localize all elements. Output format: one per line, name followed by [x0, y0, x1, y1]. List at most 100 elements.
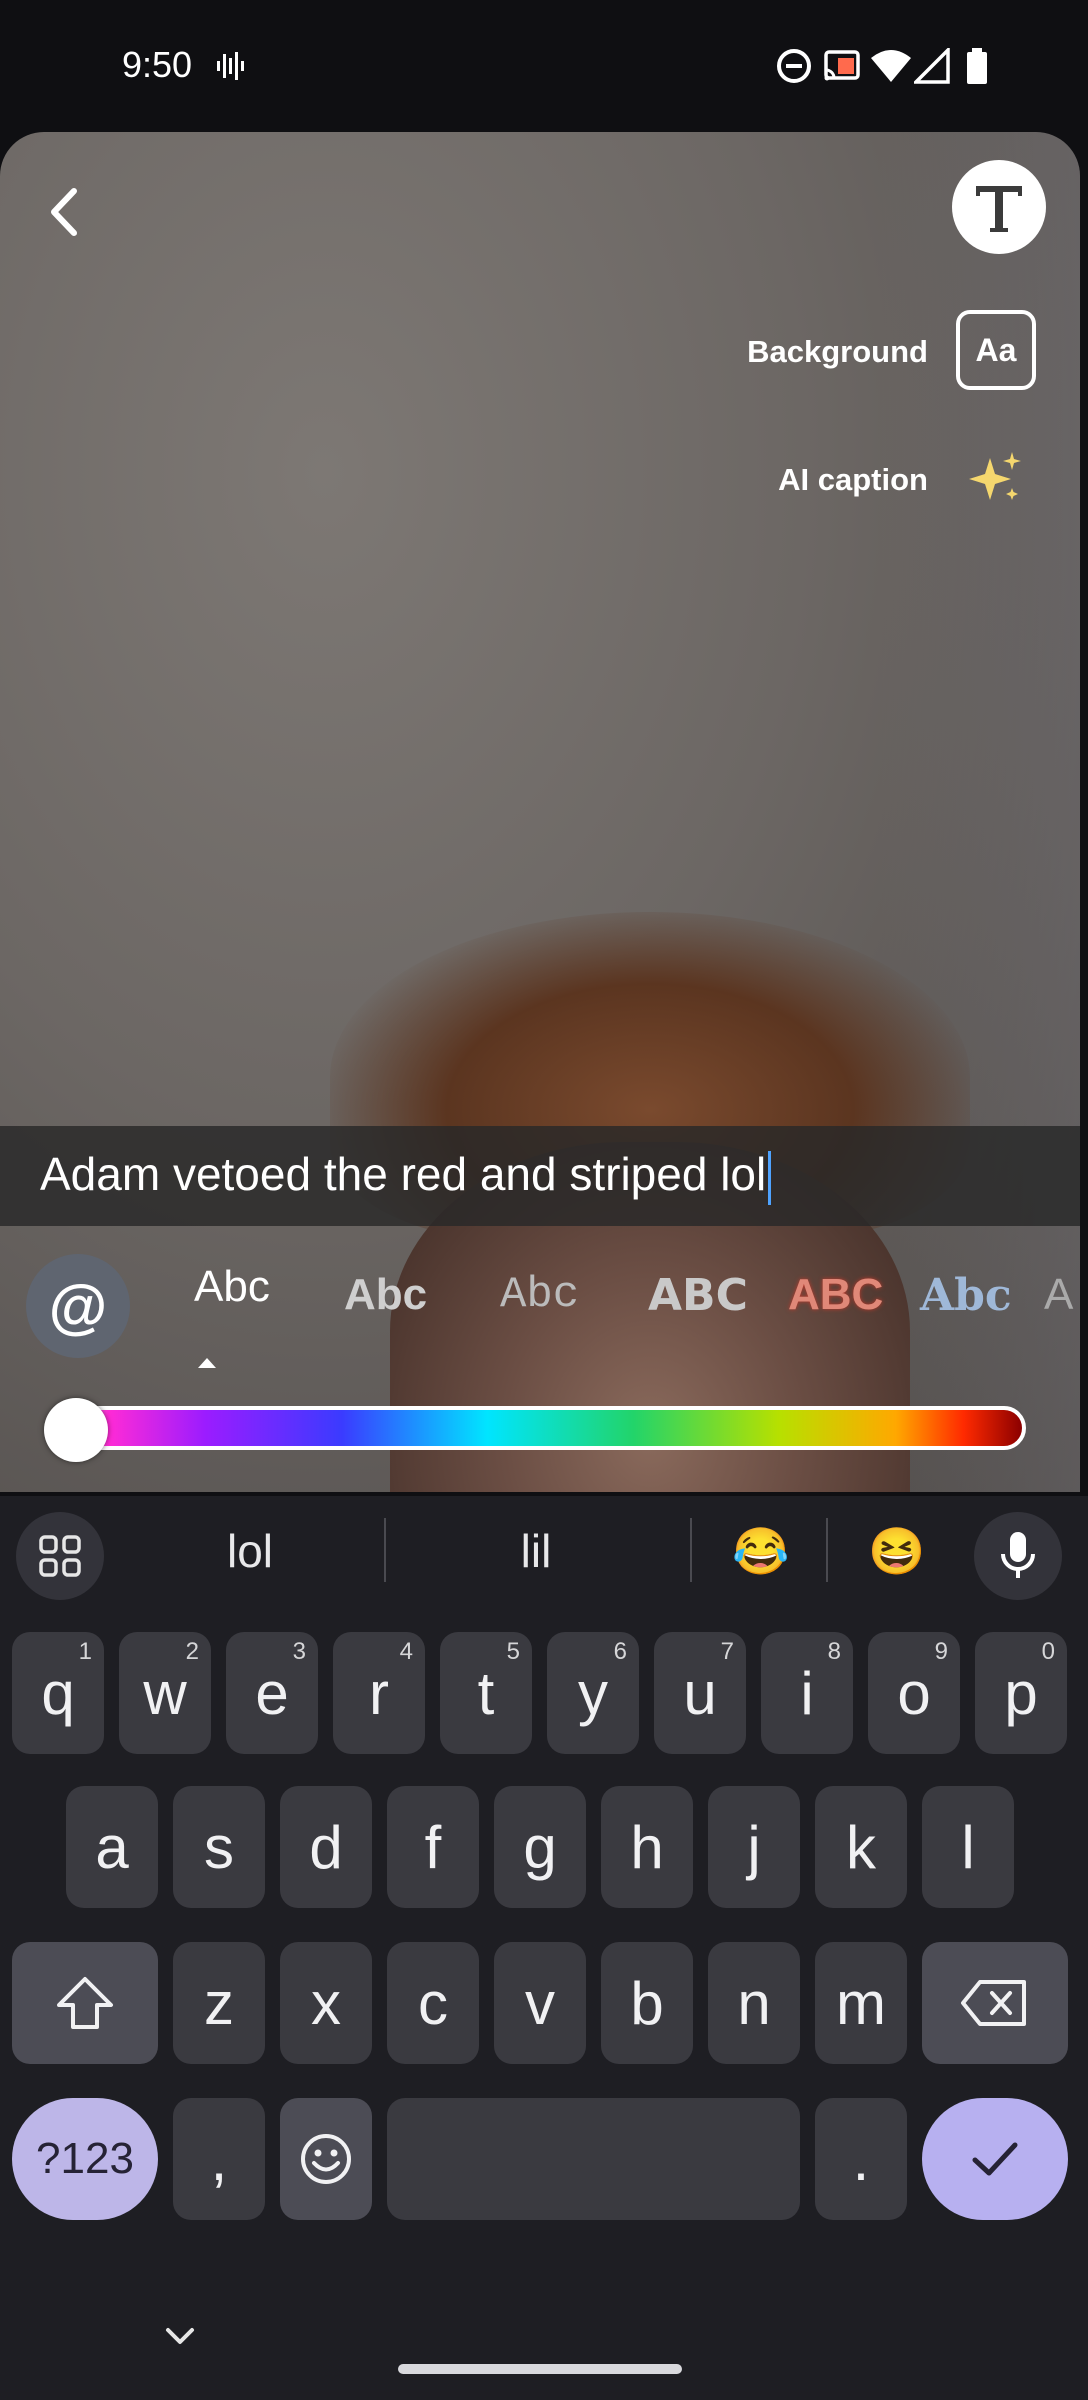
- key-label: u: [683, 1659, 717, 1727]
- text-tool-button[interactable]: [952, 160, 1046, 254]
- done-key[interactable]: [922, 2098, 1068, 2220]
- key-y[interactable]: y6: [547, 1632, 639, 1754]
- key-label: q: [41, 1659, 75, 1727]
- key-number-hint: 7: [720, 1638, 734, 1665]
- key-z[interactable]: z: [173, 1942, 265, 2064]
- key-label: x: [311, 1969, 341, 2037]
- key-label: k: [846, 1813, 876, 1881]
- grid-icon: [39, 1535, 81, 1577]
- key-label: o: [897, 1659, 931, 1727]
- font-option-gothic[interactable]: Abc: [920, 1270, 1012, 1321]
- suggestion-divider: [690, 1518, 692, 1582]
- key-label: s: [204, 1813, 234, 1881]
- text-cursor: [768, 1150, 772, 1205]
- font-style-row: @ Abc Abc Abc ABC ABC Abc A: [0, 1240, 1088, 1370]
- key-number-hint: 1: [78, 1638, 92, 1665]
- symbols-key[interactable]: ?123: [12, 2098, 158, 2220]
- key-p[interactable]: p0: [975, 1632, 1067, 1754]
- key-a[interactable]: a: [66, 1786, 158, 1908]
- comma-key[interactable]: ,: [173, 2098, 265, 2220]
- key-j[interactable]: j: [708, 1786, 800, 1908]
- ai-caption-label[interactable]: AI caption: [700, 462, 928, 498]
- key-h[interactable]: h: [601, 1786, 693, 1908]
- suggestion-1[interactable]: lol: [150, 1524, 350, 1578]
- key-d[interactable]: d: [280, 1786, 372, 1908]
- key-label: a: [95, 1813, 129, 1881]
- voice-wave-icon: [217, 52, 244, 80]
- key-label: w: [143, 1659, 187, 1727]
- font-option-neon[interactable]: ABC: [788, 1270, 883, 1320]
- key-c[interactable]: c: [387, 1942, 479, 2064]
- battery-icon: [967, 48, 987, 84]
- key-n[interactable]: n: [708, 1942, 800, 2064]
- font-option-typewriter[interactable]: Abc: [500, 1270, 579, 1320]
- key-b[interactable]: b: [601, 1942, 693, 2064]
- suggestion-2[interactable]: lil: [436, 1524, 636, 1578]
- voice-input-button[interactable]: [974, 1512, 1062, 1600]
- key-s[interactable]: s: [173, 1786, 265, 1908]
- status-time: 9:50: [122, 44, 193, 85]
- sparkle-icon[interactable]: [968, 450, 1024, 506]
- cell-signal-icon: [914, 48, 950, 84]
- key-l[interactable]: l: [922, 1786, 1014, 1908]
- status-bar: 9:50: [0, 0, 1088, 132]
- chevron-down-icon[interactable]: [160, 2318, 200, 2354]
- cast-icon: [824, 50, 860, 81]
- key-f[interactable]: f: [387, 1786, 479, 1908]
- emoji-key[interactable]: [280, 2098, 372, 2220]
- key-number-hint: 5: [506, 1638, 520, 1665]
- background-label[interactable]: Background: [700, 334, 928, 370]
- key-o[interactable]: o9: [868, 1632, 960, 1754]
- backspace-icon: [961, 1980, 1026, 2026]
- suggestion-emoji-1[interactable]: 😂: [716, 1524, 806, 1579]
- shift-arrow-icon: [57, 1977, 113, 2029]
- key-t[interactable]: t5: [440, 1632, 532, 1754]
- key-number-hint: 3: [292, 1638, 306, 1665]
- suggestion-bar: lol lil 😂 😆: [0, 1496, 1088, 1616]
- caption-text: Adam vetoed the red and striped lol: [40, 1148, 767, 1201]
- key-m[interactable]: m: [815, 1942, 907, 2064]
- font-option-partial[interactable]: A: [1044, 1270, 1073, 1320]
- background-toggle-button[interactable]: Aa: [956, 310, 1036, 390]
- key-i[interactable]: i8: [761, 1632, 853, 1754]
- mention-button[interactable]: @: [26, 1254, 130, 1358]
- caption-bar[interactable]: Adam vetoed the red and striped lol: [0, 1126, 1080, 1226]
- key-e[interactable]: e3: [226, 1632, 318, 1754]
- caption-text-input[interactable]: Adam vetoed the red and striped lol: [40, 1147, 772, 1205]
- key-u[interactable]: u7: [654, 1632, 746, 1754]
- apps-grid-button[interactable]: [16, 1512, 104, 1600]
- font-option-bold[interactable]: Abc: [344, 1270, 427, 1320]
- font-option-classic[interactable]: Abc: [194, 1262, 270, 1312]
- key-label: g: [523, 1813, 557, 1881]
- do-not-disturb-icon: [777, 49, 811, 83]
- suggestion-divider: [384, 1518, 386, 1582]
- key-label: l: [961, 1813, 975, 1881]
- key-g[interactable]: g: [494, 1786, 586, 1908]
- key-label: m: [836, 1969, 886, 2037]
- period-key[interactable]: .: [815, 2098, 907, 2220]
- space-key[interactable]: [387, 2098, 800, 2220]
- key-label: e: [255, 1659, 289, 1727]
- key-number-hint: 0: [1041, 1638, 1055, 1665]
- key-q[interactable]: q1: [12, 1632, 104, 1754]
- checkmark-icon: [972, 2142, 1018, 2176]
- key-r[interactable]: r4: [333, 1632, 425, 1754]
- microphone-icon: [1001, 1532, 1035, 1578]
- backspace-key[interactable]: [922, 1942, 1068, 2064]
- key-v[interactable]: v: [494, 1942, 586, 2064]
- key-label: n: [737, 1969, 771, 2037]
- back-button[interactable]: [36, 176, 92, 248]
- key-label: d: [309, 1813, 343, 1881]
- key-x[interactable]: x: [280, 1942, 372, 2064]
- font-option-heavy[interactable]: ABC: [648, 1270, 748, 1321]
- color-slider-knob[interactable]: [44, 1398, 108, 1462]
- key-number-hint: 8: [827, 1638, 841, 1665]
- color-slider-track[interactable]: [46, 1406, 1026, 1450]
- key-w[interactable]: w2: [119, 1632, 211, 1754]
- text-t-icon: [976, 186, 1022, 232]
- suggestion-emoji-2[interactable]: 😆: [852, 1524, 942, 1579]
- gesture-nav-handle[interactable]: [398, 2364, 682, 2374]
- key-label: i: [800, 1659, 814, 1727]
- key-k[interactable]: k: [815, 1786, 907, 1908]
- shift-key[interactable]: [12, 1942, 158, 2064]
